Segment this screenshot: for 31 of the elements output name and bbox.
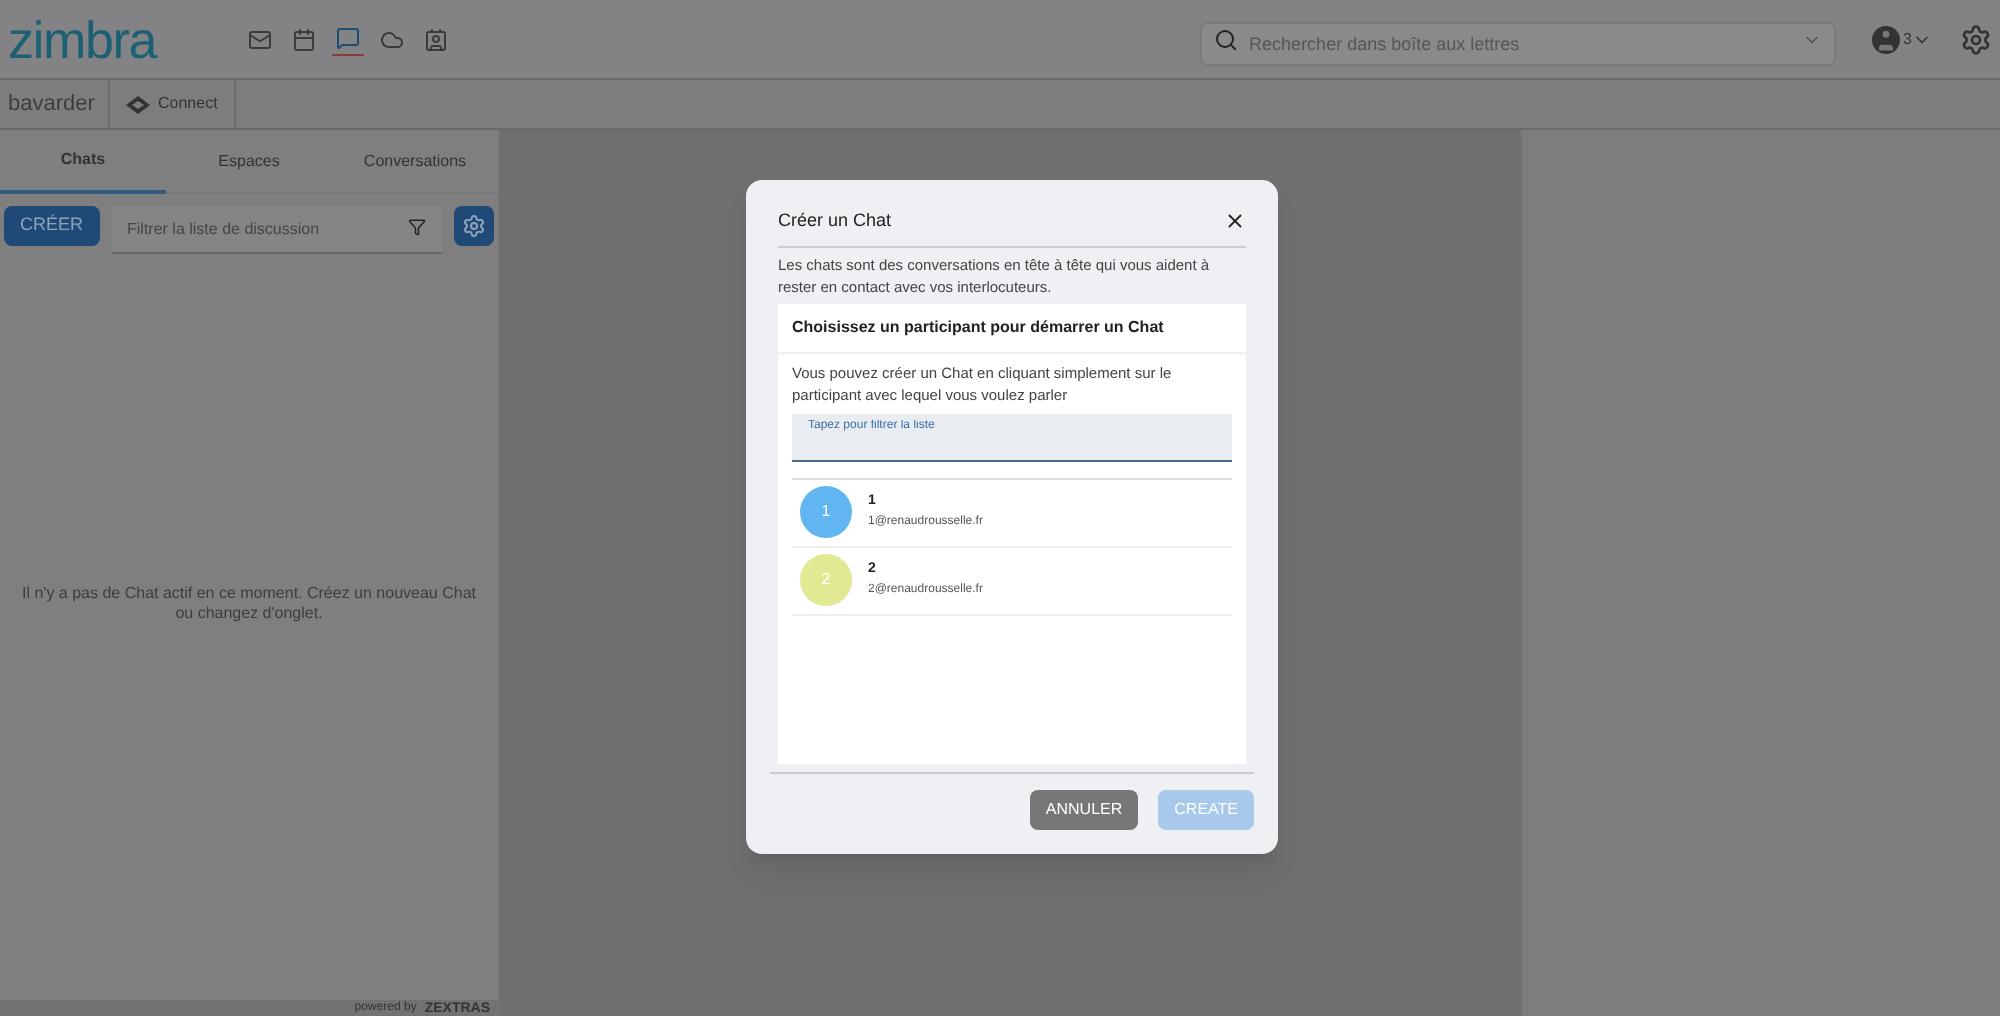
close-icon[interactable]	[1224, 210, 1246, 233]
chat-app-button[interactable]	[332, 23, 364, 55]
connect-button[interactable]: Connect	[108, 80, 236, 128]
create-button[interactable]: CRÉER	[4, 206, 100, 246]
card-heading: Choisissez un participant pour démarrer un Chat	[778, 303, 1246, 353]
filter-icon	[408, 218, 427, 236]
tab[interactable]: Conversations	[332, 130, 498, 194]
app-title: bavarder	[6, 89, 97, 120]
empty-message: Il n'y a pas de Chat actif en ce moment. Créez un nouveau Chat ou changez d'onglet.	[20, 583, 478, 623]
create-chat-button: CREATE	[1158, 789, 1254, 829]
tab[interactable]: Espaces	[166, 130, 332, 194]
settings-icon	[462, 214, 487, 238]
logo: zimbra	[8, 13, 160, 65]
cancel-button[interactable]: ANNULER	[1029, 789, 1139, 829]
tab[interactable]: Chats	[0, 130, 166, 194]
search-icon	[1213, 27, 1238, 51]
mail-icon	[248, 27, 272, 51]
dialog-title: Créer un Chat	[778, 208, 892, 234]
avatar: 2	[800, 554, 852, 606]
diamond-icon	[126, 95, 150, 113]
settings-button[interactable]	[454, 206, 494, 246]
calendar-app-button[interactable]	[288, 23, 320, 55]
avatar-icon[interactable]	[1871, 25, 1900, 53]
account-count: 3	[1903, 27, 1912, 51]
contacts-icon	[424, 27, 448, 51]
avatar: 1	[800, 486, 852, 538]
chat-icon	[336, 26, 360, 50]
calendar-icon	[292, 27, 316, 51]
filter-field[interactable]: Filtrer la liste de discussion	[111, 206, 443, 254]
cloud-icon	[380, 27, 404, 51]
settings-icon[interactable]	[1960, 23, 1992, 55]
